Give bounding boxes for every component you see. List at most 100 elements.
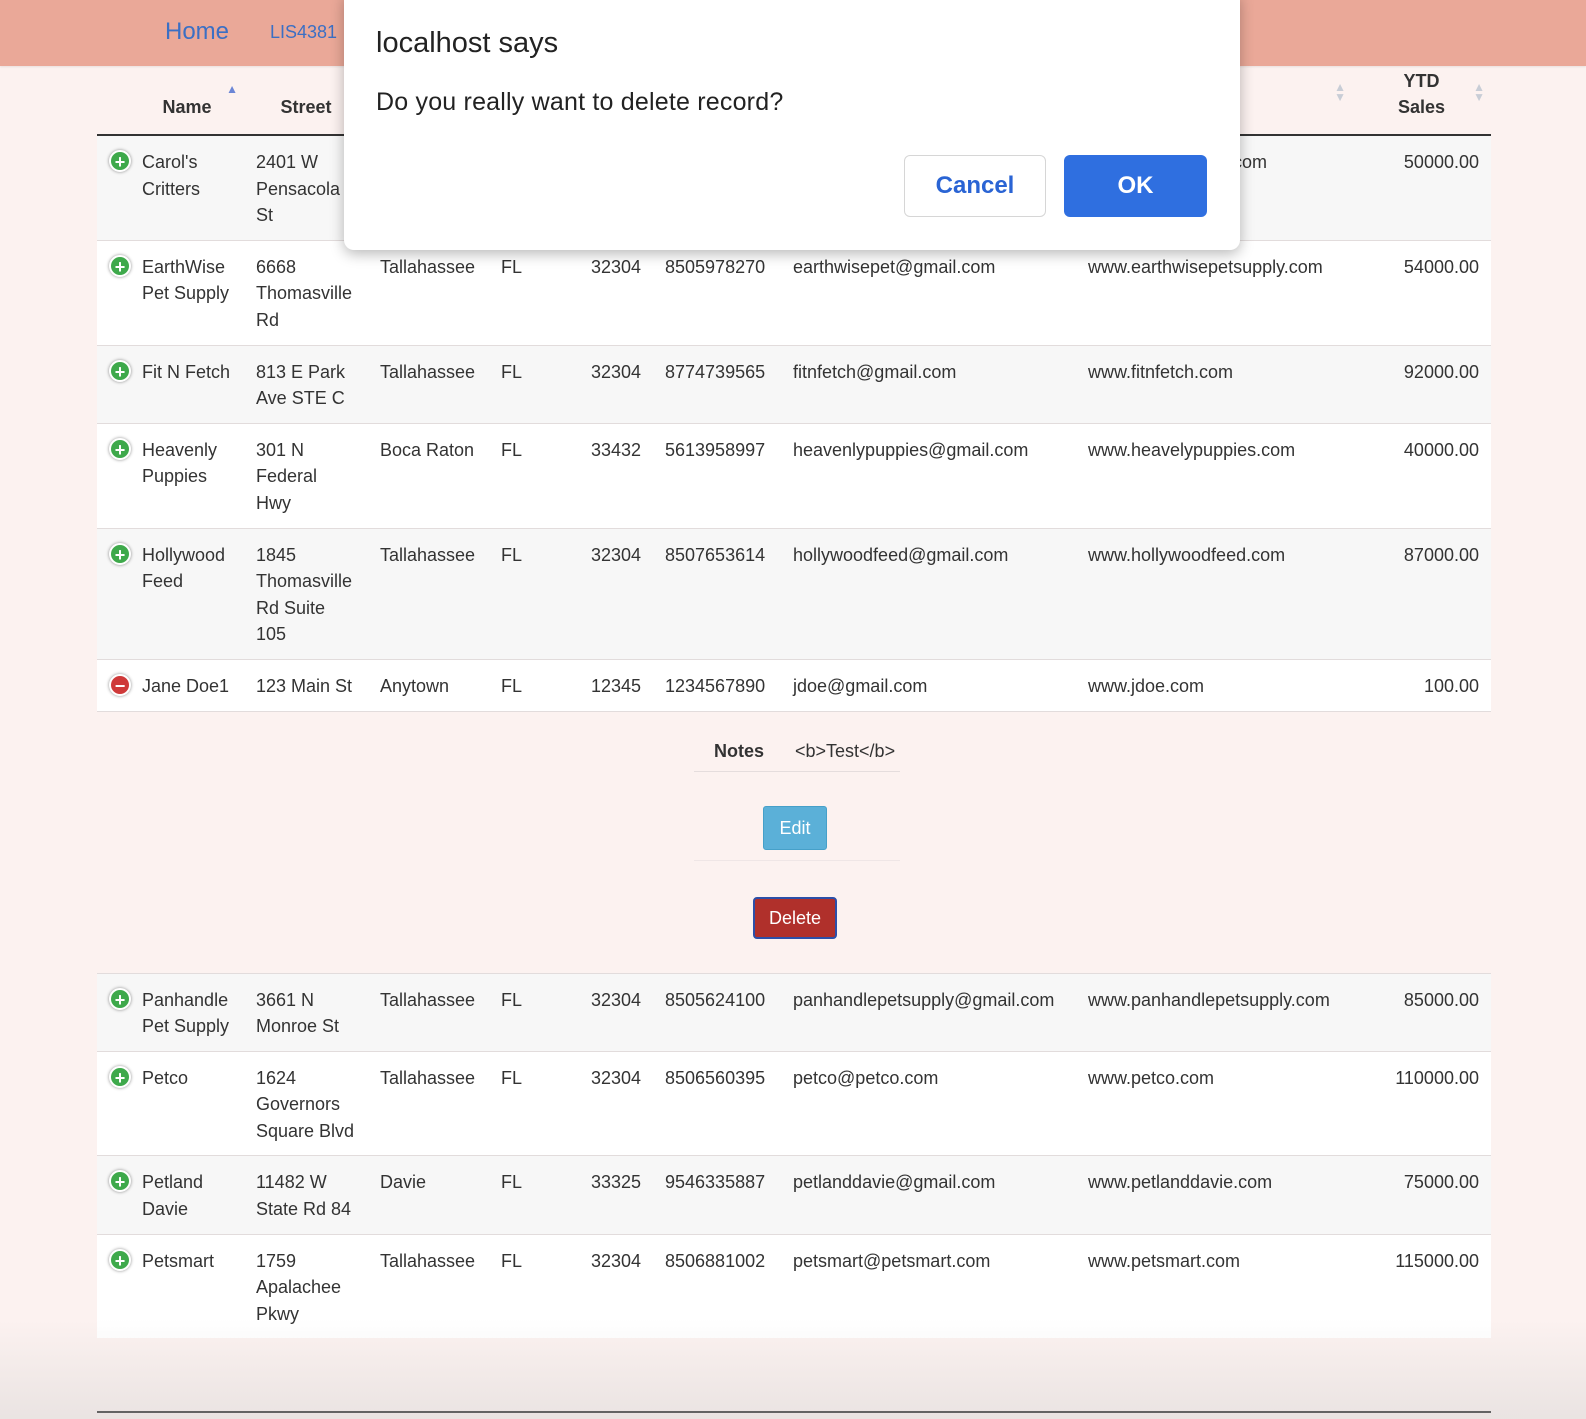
cell-url: www.petco.com — [1076, 1050, 1352, 1156]
cell-phone: 8505624100 — [653, 972, 781, 1052]
table-row[interactable]: + Panhandle Pet Supply 3661 N Monroe St Tal… — [97, 972, 1491, 1052]
cell-email: petco@petco.com — [781, 1050, 1076, 1156]
header-name[interactable]: Name ▲ — [130, 68, 244, 136]
cell-ytd: 92000.00 — [1352, 344, 1491, 424]
row-toggle-cell: + — [97, 422, 131, 529]
row-toggle-cell: + — [97, 344, 131, 424]
cell-phone: 8506881002 — [653, 1233, 781, 1339]
cell-name: Carol's Critters — [130, 134, 244, 241]
cell-state: FL — [489, 972, 560, 1052]
cell-phone: 9546335887 — [653, 1155, 781, 1235]
delete-button[interactable]: Delete — [753, 896, 837, 939]
divider — [694, 770, 900, 772]
table-row[interactable]: + Petco 1624 Governors Square Blvd Tallahas… — [97, 1050, 1491, 1156]
expand-row-icon[interactable]: + — [109, 1065, 131, 1088]
expand-row-icon[interactable]: + — [109, 1170, 131, 1193]
cell-street: 123 Main St — [244, 658, 368, 711]
cell-city: Tallahassee — [368, 344, 489, 424]
sort-asc-icon: ▲ — [226, 82, 238, 96]
cell-email: panhandlepetsupply@gmail.com — [781, 972, 1076, 1052]
cell-street: 813 E Park Ave STE C — [244, 344, 368, 424]
table-row[interactable]: + Petsmart 1759 Apalachee Pkwy Tallahassee F… — [97, 1233, 1491, 1339]
cell-city: Tallahassee — [368, 1050, 489, 1156]
row-detail-cell: Notes <b>Test</b> Edit Delete — [97, 710, 1491, 973]
cell-state: FL — [489, 422, 560, 529]
cell-city: Boca Raton — [368, 422, 489, 529]
row-toggle-cell: + — [97, 1233, 131, 1339]
cell-url: www.panhandlepetsupply.com — [1076, 972, 1352, 1052]
cell-url: www.jdoe.com — [1076, 658, 1352, 711]
header-ytd-sales[interactable]: YTD Sales ▲ ▼ — [1352, 68, 1491, 136]
cell-email: petlanddavie@gmail.com — [781, 1155, 1076, 1235]
cell-street: 6668 Thomasville Rd — [244, 239, 368, 346]
detail-panel: Notes <b>Test</b> Edit Delete — [109, 725, 1479, 962]
row-detail: Notes <b>Test</b> Edit Delete — [97, 710, 1491, 973]
cell-name: Petland Davie — [130, 1155, 244, 1235]
table-row[interactable]: + Heavenly Puppies 301 N Federal Hwy Boca R… — [97, 422, 1491, 529]
cell-name: Panhandle Pet Supply — [130, 972, 244, 1052]
cell-phone: 8507653614 — [653, 527, 781, 660]
cell-city: Davie — [368, 1155, 489, 1235]
cell-city: Tallahassee — [368, 1233, 489, 1339]
row-toggle-cell: + — [97, 1155, 131, 1235]
cell-name: Fit N Fetch — [130, 344, 244, 424]
cell-state: FL — [489, 344, 560, 424]
row-toggle-cell: + — [97, 1050, 131, 1156]
cell-url: www.earthwisepetsupply.com — [1076, 239, 1352, 346]
cell-zip: 32304 — [560, 239, 653, 346]
cell-email: jdoe@gmail.com — [781, 658, 1076, 711]
collapse-row-icon[interactable]: − — [109, 673, 131, 696]
cell-email: petsmart@petsmart.com — [781, 1233, 1076, 1339]
dialog-ok-button[interactable]: OK — [1064, 155, 1207, 217]
cell-zip: 32304 — [560, 1233, 653, 1339]
row-toggle-cell: + — [97, 134, 131, 241]
expand-row-icon[interactable]: + — [109, 1248, 131, 1271]
cell-city: Tallahassee — [368, 527, 489, 660]
expand-row-icon[interactable]: + — [109, 437, 131, 460]
cell-street: 1624 Governors Square Blvd — [244, 1050, 368, 1156]
edit-button[interactable]: Edit — [763, 805, 827, 850]
cell-phone: 8506560395 — [653, 1050, 781, 1156]
cell-zip: 33325 — [560, 1155, 653, 1235]
cell-ytd: 54000.00 — [1352, 239, 1491, 346]
cell-name: Hollywood Feed — [130, 527, 244, 660]
cell-zip: 32304 — [560, 1050, 653, 1156]
expand-row-icon[interactable]: + — [109, 254, 131, 277]
cell-phone: 1234567890 — [653, 658, 781, 711]
cell-name: Jane Doe1 — [130, 658, 244, 711]
expand-row-icon[interactable]: + — [109, 150, 131, 172]
cell-state: FL — [489, 239, 560, 346]
cell-street: 11482 W State Rd 84 — [244, 1155, 368, 1235]
cell-city: Anytown — [368, 658, 489, 711]
table-row[interactable]: + Petland Davie 11482 W State Rd 84 Davie FL… — [97, 1155, 1491, 1235]
cell-street: 301 N Federal Hwy — [244, 422, 368, 529]
sort-both-icon: ▲ ▼ — [1473, 80, 1485, 104]
cell-state: FL — [489, 1155, 560, 1235]
cell-ytd: 75000.00 — [1352, 1155, 1491, 1235]
expand-row-icon[interactable]: + — [109, 987, 131, 1010]
row-toggle-cell: + — [97, 972, 131, 1052]
cell-phone: 5613958997 — [653, 422, 781, 529]
cell-ytd: 87000.00 — [1352, 527, 1491, 660]
expand-row-icon[interactable]: + — [109, 359, 131, 382]
dialog-title: localhost says — [376, 27, 559, 59]
cell-url: www.hollywoodfeed.com — [1076, 527, 1352, 660]
cell-street: 3661 N Monroe St — [244, 972, 368, 1052]
cell-url: www.heavelypuppies.com — [1076, 422, 1352, 529]
cell-state: FL — [489, 527, 560, 660]
nav-home-link[interactable]: Home — [165, 18, 229, 46]
expand-row-icon[interactable]: + — [109, 542, 131, 565]
divider — [694, 859, 900, 861]
cell-ytd: 110000.00 — [1352, 1050, 1491, 1156]
dialog-cancel-button[interactable]: Cancel — [904, 155, 1046, 217]
nav-course-link[interactable]: LIS4381 — [270, 22, 337, 43]
table-row[interactable]: + Fit N Fetch 813 E Park Ave STE C Tallahas… — [97, 344, 1491, 424]
cell-phone: 8774739565 — [653, 344, 781, 424]
cell-ytd: 100.00 — [1352, 658, 1491, 711]
cell-zip: 12345 — [560, 658, 653, 711]
table-body: + Carol's Critters 2401 W Pensacola St rs.c… — [97, 134, 1491, 1339]
table-row[interactable]: + EarthWise Pet Supply 6668 Thomasville Rd… — [97, 239, 1491, 346]
cell-state: FL — [489, 1233, 560, 1339]
table-row[interactable]: + Hollywood Feed 1845 Thomasville Rd Suite… — [97, 527, 1491, 660]
table-row[interactable]: − Jane Doe1 123 Main St Anytown FL 12345 12345… — [97, 658, 1491, 711]
